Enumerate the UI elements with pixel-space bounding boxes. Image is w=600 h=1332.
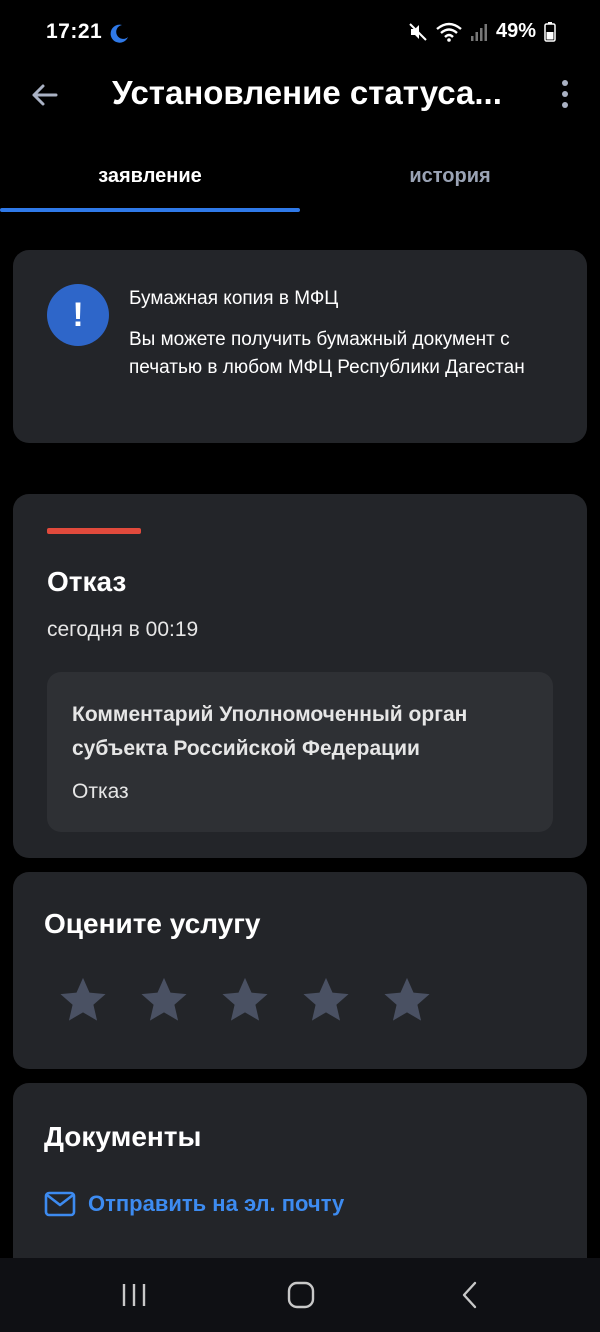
comment-box: Комментарий Уполномоченный орган субъект… [47, 672, 553, 832]
status-icons: 49% [408, 20, 556, 43]
status-card: Отказ сегодня в 00:19 Комментарий Уполно… [13, 494, 587, 858]
tab-history[interactable]: история [300, 148, 600, 208]
info-text: Вы можете получить бумажный документ с п… [129, 329, 525, 378]
star-rating [57, 974, 433, 1026]
arrow-left-icon[interactable] [28, 78, 62, 112]
wifi-icon [436, 22, 462, 42]
status-time: 17:21 [46, 20, 103, 43]
status-title: Отказ [47, 566, 127, 597]
status-bar: 17:21 49% [0, 0, 600, 68]
page-title: Установление статуса... [112, 74, 502, 111]
tab-indicator [0, 208, 300, 212]
info-card: ! Бумажная копия в МФЦ Вы можете получит… [13, 250, 587, 443]
star-icon[interactable] [300, 974, 352, 1026]
send-email-label: Отправить на эл. почту [88, 1191, 345, 1216]
star-icon[interactable] [57, 974, 109, 1026]
tab-application[interactable]: заявление [0, 148, 300, 208]
exclamation-icon: ! [47, 284, 109, 346]
recents-icon[interactable] [117, 1280, 151, 1310]
mute-icon [409, 22, 427, 41]
battery-icon [544, 21, 556, 42]
home-icon[interactable] [284, 1280, 318, 1310]
tab-bar: заявление история [0, 148, 600, 214]
send-email-link[interactable]: Отправить на эл. почту [44, 1191, 344, 1217]
back-icon[interactable] [453, 1280, 487, 1310]
status-accent-line [47, 528, 141, 534]
star-icon[interactable] [219, 974, 271, 1026]
moon-icon [110, 24, 128, 43]
info-title: Бумажная копия в МФЦ [129, 288, 339, 309]
rating-card: Оцените услугу [13, 872, 587, 1069]
battery-percent: 49% [495, 20, 536, 42]
rating-title: Оцените услугу [44, 908, 261, 939]
star-icon[interactable] [138, 974, 190, 1026]
comment-text: Отказ [72, 780, 129, 803]
documents-title: Документы [44, 1121, 202, 1152]
system-nav-bar [0, 1258, 600, 1332]
status-date: сегодня в 00:19 [47, 618, 199, 641]
signal-icon [470, 23, 487, 41]
app-bar: Установление статуса... [0, 68, 600, 124]
star-icon[interactable] [381, 974, 433, 1026]
mail-icon [44, 1191, 76, 1217]
comment-title: Комментарий Уполномоченный орган субъект… [72, 703, 468, 760]
more-vertical-icon[interactable] [556, 78, 574, 114]
